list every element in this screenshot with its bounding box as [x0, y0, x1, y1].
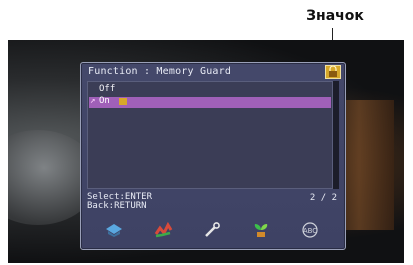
help-back: Back:RETURN — [87, 201, 147, 211]
option-lock-icon — [119, 98, 127, 105]
language-icon[interactable]: ABC — [297, 219, 323, 241]
setup-wrench-icon[interactable] — [199, 219, 225, 241]
page-indicator: 2 / 2 — [309, 193, 337, 203]
callout-label: Значок — [306, 8, 364, 24]
option-off[interactable]: Off — [89, 84, 331, 96]
lock-icon — [325, 65, 341, 79]
option-on[interactable]: ↗ On — [89, 96, 331, 108]
tv-screen: Function : Memory Guard Off ↗ On Select:… — [8, 40, 404, 263]
option-off-label: Off — [99, 84, 116, 94]
selection-arrow-icon: ↗ — [90, 96, 96, 106]
svg-text:ABC: ABC — [303, 227, 317, 235]
scrollbar[interactable] — [333, 81, 339, 189]
menu-icon-bar: ABC — [89, 217, 335, 243]
menu-title: Function : Memory Guard — [88, 66, 232, 77]
eco-icon[interactable] — [248, 219, 274, 241]
osd-menu-panel: Function : Memory Guard Off ↗ On Select:… — [80, 62, 346, 250]
option-on-label: On — [99, 96, 110, 106]
input-icon[interactable] — [101, 219, 127, 241]
option-list: Off ↗ On — [87, 81, 333, 189]
help-text: Select:ENTER Back:RETURN — [87, 193, 152, 211]
sound-icon[interactable] — [150, 219, 176, 241]
